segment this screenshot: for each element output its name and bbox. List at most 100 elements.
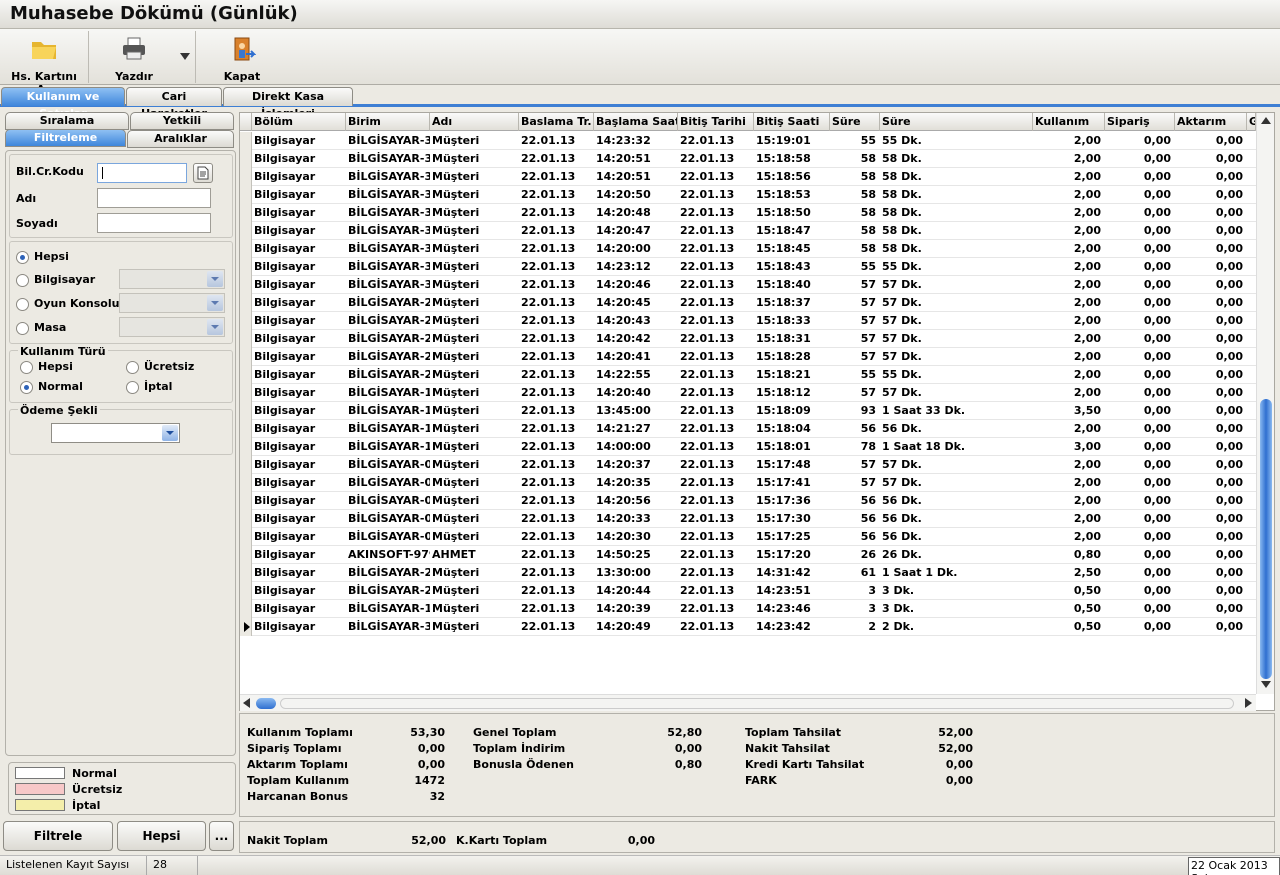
table-cell: Müşteri [432, 584, 480, 597]
table-row[interactable]: Bilgisayar BİLGİSAYAR-2 Müşteri 22.01.13 14:… [240, 312, 1256, 330]
computer-select[interactable] [119, 269, 225, 289]
device-all-radio[interactable] [16, 251, 29, 264]
name-input[interactable] [97, 188, 211, 208]
table-row[interactable]: Bilgisayar BİLGİSAYAR-1 Müşteri 22.01.13 14:… [240, 438, 1256, 456]
column-header[interactable]: Adı [430, 113, 519, 131]
open-card-button[interactable]: Hs. Kartını Aç [2, 29, 86, 96]
show-all-button[interactable]: Hepsi [117, 821, 206, 851]
column-header[interactable]: Süre [880, 113, 1033, 131]
usage-all-radio[interactable] [20, 361, 33, 374]
column-header[interactable]: Aktarım [1175, 113, 1247, 131]
column-header[interactable]: Bitiş Saati [754, 113, 830, 131]
table-row[interactable]: Bilgisayar BİLGİSAYAR-3 Müşteri 22.01.13 14:… [240, 240, 1256, 258]
table-row[interactable]: Bilgisayar BİLGİSAYAR-0 Müşteri 22.01.13 14:… [240, 510, 1256, 528]
column-header[interactable]: Süre [830, 113, 880, 131]
print-button[interactable]: Yazdır [92, 29, 176, 85]
table-cell: 26 [860, 548, 876, 561]
device-computer-radio[interactable] [16, 274, 29, 287]
column-header[interactable]: Başlama Saati [594, 113, 678, 131]
table-row[interactable]: Bilgisayar BİLGİSAYAR-2 Müşteri 22.01.13 13:… [240, 564, 1256, 582]
table-cell: 55 Dk. [882, 260, 922, 273]
code-browse-button[interactable] [193, 163, 213, 183]
table-cell: 0,00 [1143, 494, 1171, 507]
column-header[interactable]: G [1247, 113, 1256, 131]
table-row[interactable]: Bilgisayar BİLGİSAYAR-2 Müşteri 22.01.13 14:… [240, 366, 1256, 384]
table-cell: 2,00 [1073, 530, 1101, 543]
column-header[interactable]: Birim [346, 113, 430, 131]
table-cell: Bilgisayar [254, 620, 316, 633]
table-cell: 0,00 [1215, 530, 1243, 543]
table-row[interactable]: Bilgisayar BİLGİSAYAR-3 Müşteri 22.01.13 14:… [240, 168, 1256, 186]
vertical-scrollbar[interactable] [1256, 113, 1274, 694]
tab-authorized[interactable]: Yetkili [130, 112, 234, 130]
table-cell: 0,00 [1143, 548, 1171, 561]
table-cell: BİLGİSAYAR-1 [348, 440, 430, 453]
horizontal-scrollbar[interactable] [240, 694, 1256, 711]
column-header[interactable]: Bölüm [252, 113, 346, 131]
table-row[interactable]: Bilgisayar BİLGİSAYAR-1 Müşteri 22.01.13 13:… [240, 402, 1256, 420]
chevron-down-icon [207, 319, 223, 335]
tab-sorting[interactable]: Sıralama [5, 112, 129, 130]
table-row[interactable]: Bilgisayar BİLGİSAYAR-3 Müşteri 22.01.13 14:… [240, 132, 1256, 150]
table-row[interactable]: Bilgisayar BİLGİSAYAR-0 Müşteri 22.01.13 14:… [240, 492, 1256, 510]
table-row[interactable]: Bilgisayar BİLGİSAYAR-3 Müşteri 22.01.13 14:… [240, 258, 1256, 276]
payment-select[interactable] [51, 423, 180, 443]
table-cell: 22.01.13 [521, 260, 576, 273]
table-row[interactable]: Bilgisayar BİLGİSAYAR-0 Müşteri 22.01.13 14:… [240, 474, 1256, 492]
table-cell: 55 Dk. [882, 134, 922, 147]
column-header[interactable]: Sipariş [1105, 113, 1175, 131]
surname-input[interactable] [97, 213, 211, 233]
table-row[interactable]: Bilgisayar BİLGİSAYAR-3 Müşteri 22.01.13 14:… [240, 222, 1256, 240]
column-header[interactable]: Kullanım [1033, 113, 1105, 131]
table-cell: 14:20:41 [596, 350, 651, 363]
usage-free-radio[interactable] [126, 361, 139, 374]
table-row[interactable]: Bilgisayar BİLGİSAYAR-0 Müşteri 22.01.13 14:… [240, 528, 1256, 546]
column-header[interactable]: Baslama Tr. [519, 113, 594, 131]
tab-direct-cash[interactable]: Direkt Kasa İşlemleri [223, 87, 353, 120]
usage-cancel-radio[interactable] [126, 381, 139, 394]
table-cell: 22.01.13 [680, 314, 735, 327]
print-dropdown-button[interactable] [176, 29, 194, 85]
table-row[interactable]: Bilgisayar BİLGİSAYAR-3 Müşteri 22.01.13 14:… [240, 204, 1256, 222]
table-cell: 22.01.13 [521, 134, 576, 147]
more-button[interactable]: ... [209, 821, 234, 851]
table-row[interactable]: Bilgisayar BİLGİSAYAR-0 Müşteri 22.01.13 14:… [240, 456, 1256, 474]
console-select[interactable] [119, 293, 225, 313]
row-indicator [240, 492, 252, 510]
table-cell: 2,00 [1073, 206, 1101, 219]
vertical-scroll-thumb[interactable] [1260, 399, 1272, 679]
table-row[interactable]: Bilgisayar BİLGİSAYAR-1 Müşteri 22.01.13 14:… [240, 384, 1256, 402]
table-row[interactable]: Bilgisayar BİLGİSAYAR-2 Müşteri 22.01.13 14:… [240, 294, 1256, 312]
tab-ranges[interactable]: Aralıklar [127, 130, 234, 148]
tab-cari-movements[interactable]: Cari Hareketler [126, 87, 222, 120]
table-cell: 14:20:44 [596, 584, 651, 597]
filter-button[interactable]: Filtrele [3, 821, 113, 851]
table-cell: Müşteri [432, 296, 480, 309]
table-row[interactable]: Bilgisayar BİLGİSAYAR-2 Müşteri 22.01.13 14:… [240, 582, 1256, 600]
table-cell: 22.01.13 [521, 494, 576, 507]
table-row[interactable]: Bilgisayar BİLGİSAYAR-3 Müşteri 22.01.13 14:… [240, 150, 1256, 168]
table-row[interactable]: Bilgisayar BİLGİSAYAR-1 Müşteri 22.01.13 14:… [240, 420, 1256, 438]
table-row[interactable]: Bilgisayar BİLGİSAYAR-2 Müşteri 22.01.13 14:… [240, 348, 1256, 366]
code-input[interactable] [97, 163, 187, 183]
table-row[interactable]: Bilgisayar BİLGİSAYAR-3 Müşteri 22.01.13 14:… [240, 186, 1256, 204]
table-row[interactable]: Bilgisayar BİLGİSAYAR-1 Müşteri 22.01.13 14:… [240, 600, 1256, 618]
table-row[interactable]: Bilgisayar AKINSOFT-979 AHMET 22.01.13 14:50… [240, 546, 1256, 564]
horizontal-scroll-thumb[interactable] [256, 698, 276, 709]
table-row[interactable]: Bilgisayar BİLGİSAYAR-3 Müşteri 22.01.13 14:… [240, 618, 1256, 636]
records-grid[interactable]: Bölüm Birim Adı Baslama Tr. Başlama Saati Bit… [239, 112, 1275, 711]
table-select[interactable] [119, 317, 225, 337]
tab-usage-sales[interactable]: Kullanım ve Satışlar [1, 87, 125, 120]
table-cell: 2,50 [1073, 566, 1101, 579]
column-header[interactable]: Bitiş Tarihi [678, 113, 754, 131]
table-cell: 57 [860, 458, 876, 471]
close-button[interactable]: Kapat [200, 29, 284, 85]
device-table-radio[interactable] [16, 322, 29, 335]
table-cell: Müşteri [432, 602, 480, 615]
table-row[interactable]: Bilgisayar BİLGİSAYAR-3 Müşteri 22.01.13 14:… [240, 276, 1256, 294]
device-console-radio[interactable] [16, 298, 29, 311]
tab-filtering[interactable]: Filtreleme [5, 129, 126, 147]
usage-normal-radio[interactable] [20, 381, 33, 394]
table-row[interactable]: Bilgisayar BİLGİSAYAR-2 Müşteri 22.01.13 14:… [240, 330, 1256, 348]
row-indicator [240, 546, 252, 564]
